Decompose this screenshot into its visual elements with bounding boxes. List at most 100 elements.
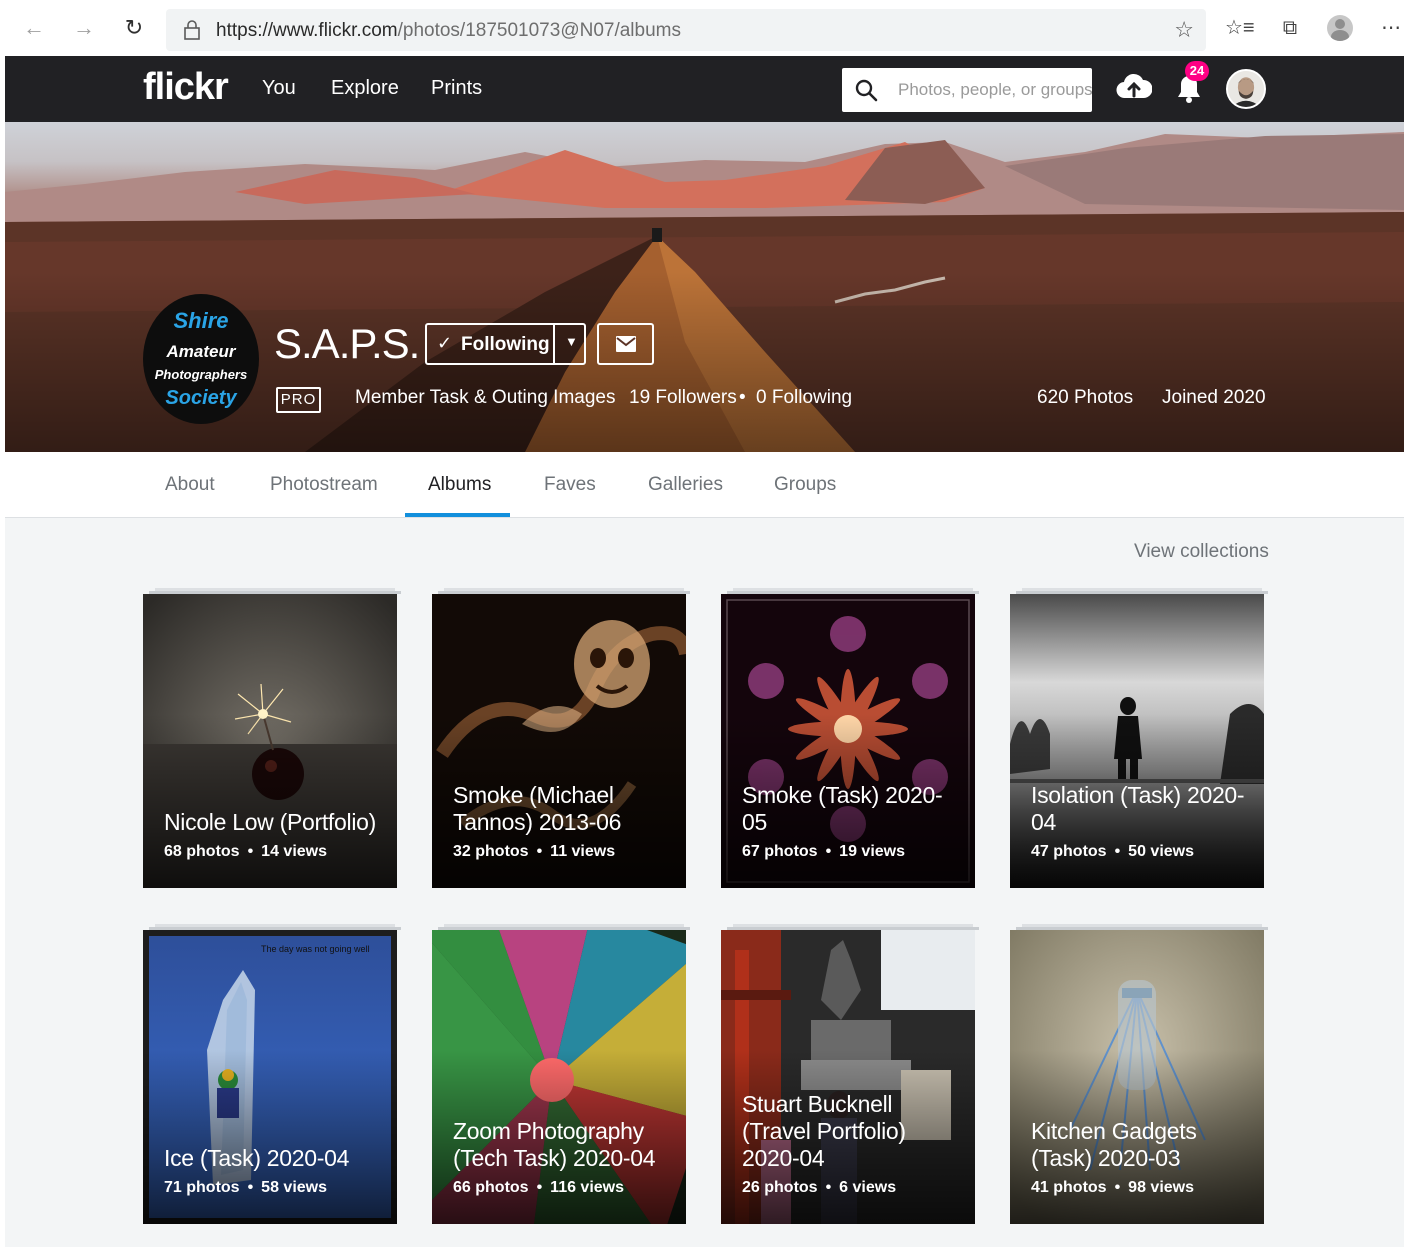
- album-photo-count: 47 photos: [1031, 843, 1107, 860]
- more-icon[interactable]: ⋯: [1378, 14, 1404, 42]
- album-view-count: 19 views: [839, 843, 905, 860]
- cover-photo: Shire Amateur Photographers Society S.A.…: [5, 122, 1404, 452]
- search-input[interactable]: Photos, people, or groups: [842, 68, 1093, 112]
- tab-photostream[interactable]: Photostream: [270, 474, 378, 496]
- tab-faves[interactable]: Faves: [544, 474, 596, 496]
- stats-separator: •: [536, 1179, 543, 1196]
- album-card[interactable]: Smoke (Michael Tannos) 2013-06 32 photos…: [432, 594, 686, 888]
- avatar-text-3: Photographers: [154, 367, 248, 382]
- notification-badge[interactable]: 24: [1185, 61, 1209, 81]
- address-bar[interactable]: https://www.flickr.com/photos/187501073@…: [166, 9, 1206, 51]
- album-view-count: 58 views: [261, 1179, 327, 1196]
- album-stats: 26 photos • 6 views: [742, 1179, 896, 1197]
- tab-about[interactable]: About: [165, 474, 215, 496]
- album-stats: 47 photos • 50 views: [1031, 843, 1194, 861]
- album-photo-caption: The day was not going well: [261, 944, 370, 954]
- album-photo-count: 71 photos: [164, 1179, 240, 1196]
- album-card[interactable]: Zoom Photography (Tech Task) 2020-04 66 …: [432, 930, 686, 1224]
- followers-count[interactable]: 19 Followers: [629, 387, 737, 409]
- album-title: Zoom Photography (Tech Task) 2020-04: [453, 1118, 656, 1171]
- album-card[interactable]: Isolation (Task) 2020-04 47 photos • 50 vi…: [1010, 594, 1264, 888]
- album-card[interactable]: Smoke (Task) 2020-05 67 photos • 19 views: [721, 594, 975, 888]
- search-icon[interactable]: [854, 78, 878, 102]
- profile-description: Member Task & Outing Images: [355, 387, 616, 408]
- avatar-text-4: Society: [165, 387, 237, 409]
- mail-icon: [616, 336, 636, 352]
- album-photo-count: 67 photos: [742, 843, 818, 860]
- album-view-count: 98 views: [1128, 1179, 1194, 1196]
- lock-icon: [184, 20, 200, 40]
- album-photo-count: 41 photos: [1031, 1179, 1107, 1196]
- albums-content: View collections Nicole Low (Portfolio) …: [5, 518, 1404, 1247]
- url-host: https://www.flickr.com: [216, 20, 398, 41]
- joined-date: Joined 2020: [1162, 387, 1266, 408]
- nav-prints[interactable]: Prints: [431, 77, 482, 100]
- upload-icon[interactable]: [1116, 72, 1152, 102]
- avatar-text-1: Shire: [173, 308, 229, 333]
- album-photo-count: 26 photos: [742, 1179, 818, 1196]
- album-stats: 67 photos • 19 views: [742, 843, 905, 861]
- stats-separator: •: [247, 1179, 254, 1196]
- favorites-icon[interactable]: ☆≡: [1225, 14, 1255, 42]
- album-card[interactable]: The day was not going well Ice (Task) 20…: [143, 930, 397, 1224]
- album-title: Smoke (Michael Tannos) 2013-06: [453, 782, 622, 835]
- stats-separator: •: [825, 1179, 832, 1196]
- tab-groups[interactable]: Groups: [774, 474, 836, 496]
- album-title: Ice (Task) 2020-04: [164, 1145, 350, 1171]
- message-button[interactable]: [597, 323, 654, 365]
- stats-separator: •: [247, 843, 254, 860]
- forward-icon[interactable]: →: [70, 14, 98, 42]
- flickr-logo[interactable]: flickr: [143, 66, 229, 109]
- following-button[interactable]: ✓ Following ▼: [425, 323, 586, 365]
- profile-icon[interactable]: [1327, 15, 1353, 41]
- album-card[interactable]: Nicole Low (Portfolio) 68 photos • 14 view…: [143, 594, 397, 888]
- album-title: Kitchen Gadgets (Task) 2020-03: [1031, 1118, 1197, 1171]
- album-photo-count: 66 photos: [453, 1179, 529, 1196]
- button-divider: [553, 325, 555, 363]
- back-icon[interactable]: ←: [20, 14, 48, 42]
- collections-icon[interactable]: ⧉: [1276, 14, 1304, 42]
- caret-down-icon[interactable]: ▼: [565, 334, 578, 349]
- active-tab-indicator: [405, 513, 510, 517]
- browser-toolbar: ← → ↻ https://www.flickr.com/photos/1875…: [0, 0, 1409, 56]
- album-stats: 71 photos • 58 views: [164, 1179, 327, 1197]
- stats-separator: •: [536, 843, 543, 860]
- album-shade: [143, 1050, 397, 1224]
- tab-galleries[interactable]: Galleries: [648, 474, 723, 496]
- stats-separator: •: [825, 843, 832, 860]
- check-icon: ✓: [437, 333, 453, 353]
- album-stats: 41 photos • 98 views: [1031, 1179, 1194, 1197]
- avatar-text-2: Amateur: [166, 342, 236, 361]
- search-placeholder: Photos, people, or groups: [898, 80, 1093, 99]
- album-title: Nicole Low (Portfolio): [164, 809, 376, 835]
- album-title: Isolation (Task) 2020-04: [1031, 782, 1245, 835]
- profile-tabs: About Photostream Albums Faves Galleries…: [5, 452, 1404, 518]
- album-card[interactable]: Stuart Bucknell (Travel Portfolio) 2020-…: [721, 930, 975, 1224]
- meta-separator: •: [739, 387, 746, 408]
- star-icon[interactable]: ☆: [1174, 17, 1194, 43]
- site-header: flickr You Explore Prints Photos, people…: [5, 56, 1404, 122]
- album-card[interactable]: Kitchen Gadgets (Task) 2020-03 41 photos…: [1010, 930, 1264, 1224]
- url-path: /photos/187501073@N07/albums: [397, 20, 681, 41]
- profile-avatar[interactable]: Shire Amateur Photographers Society: [143, 294, 259, 424]
- following-count[interactable]: 0 Following: [756, 387, 852, 409]
- album-title: Stuart Bucknell (Travel Portfolio) 2020-…: [742, 1091, 906, 1171]
- refresh-icon[interactable]: ↻: [120, 14, 148, 42]
- nav-you[interactable]: You: [262, 77, 296, 100]
- album-view-count: 116 views: [550, 1179, 625, 1196]
- album-view-count: 11 views: [550, 843, 616, 860]
- tab-albums[interactable]: Albums: [428, 474, 491, 496]
- nav-explore[interactable]: Explore: [331, 77, 399, 100]
- album-stats: 66 photos • 116 views: [453, 1179, 624, 1197]
- view-collections-link[interactable]: View collections: [1134, 541, 1269, 563]
- pro-badge: PRO: [276, 387, 321, 413]
- album-stats: 32 photos • 11 views: [453, 843, 615, 861]
- url-text: https://www.flickr.com/photos/187501073@…: [216, 20, 681, 42]
- profile-name: S.A.P.S.: [274, 320, 420, 367]
- photos-count: 620 Photos: [1037, 387, 1134, 408]
- stats-separator: •: [1114, 1179, 1121, 1196]
- album-photo-count: 68 photos: [164, 843, 240, 860]
- album-stats: 68 photos • 14 views: [164, 843, 327, 861]
- album-view-count: 50 views: [1128, 843, 1194, 860]
- user-avatar[interactable]: [1226, 69, 1266, 109]
